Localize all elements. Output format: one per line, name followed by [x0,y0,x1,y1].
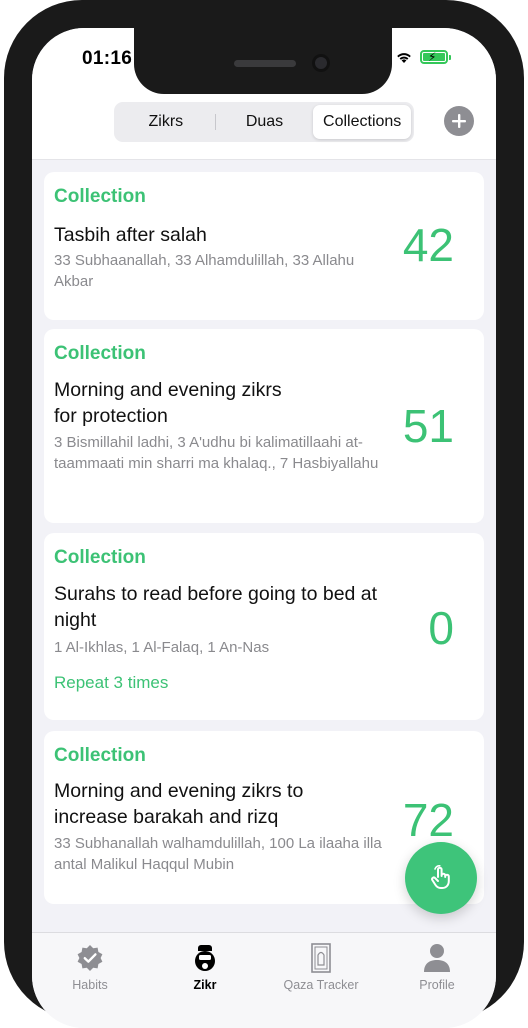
card-repeat-label: Repeat 3 times [54,673,169,692]
card-subtitle: 3 Bismillahil ladhi, 3 A'udhu bi kalimat… [54,434,379,472]
card-count: 72 [402,794,454,846]
tab-zikr[interactable]: Zikr [155,941,255,992]
tasbih-counter-icon [195,945,215,971]
card-subtitle: 33 Subhanallah walhamdulillah, 100 La il… [54,835,382,873]
card-subtitle: 1 Al-Ikhlas, 1 Al-Falaq, 1 An-Nas [54,639,270,656]
badge-check-icon [77,945,103,971]
collection-card[interactable]: Collection Tasbih after salah 33 Subhaan… [44,172,484,320]
prayer-rug-icon [311,943,331,973]
section-segmented-control: Zikrs Duas Collections [114,102,414,142]
tap-hand-icon [431,865,450,889]
card-kind-label: Collection [54,186,146,207]
app-screen: 01:16 ⚡ Zikrs Duas Collections Collectio… [32,28,496,1028]
card-title: Morning and evening zikrs to increase ba… [54,780,304,828]
card-title: Surahs to read before going to bed at ni… [54,583,378,631]
card-count: 51 [402,400,454,452]
battery-charging-icon: ⚡ [420,50,451,64]
speaker-grille [234,60,296,67]
segment-duas[interactable]: Duas [216,105,314,139]
tab-label: Qaza Tracker [283,978,359,992]
segment-zikrs[interactable]: Zikrs [117,105,215,139]
card-kind-label: Collection [54,745,146,766]
plus-icon [452,114,466,128]
bottom-tab-bar: Habits Zikr Qaza Tracker Profile [32,932,496,1028]
status-time: 01:16 [82,48,133,69]
tab-habits[interactable]: Habits [40,941,140,992]
tab-label: Zikr [193,978,217,992]
card-title: Morning and evening zikrs for protection [54,379,282,427]
tab-label: Profile [419,978,455,992]
card-title: Tasbih after salah [54,224,207,246]
tab-label: Habits [72,978,108,992]
person-icon [424,944,450,972]
tab-qaza-tracker[interactable]: Qaza Tracker [271,941,371,992]
front-camera [312,54,330,72]
card-count: 0 [428,602,454,654]
card-count: 42 [402,219,454,271]
segment-collections[interactable]: Collections [313,105,412,139]
collection-card[interactable]: Collection Morning and evening zikrs for… [44,329,484,523]
tap-counter-fab[interactable] [405,842,477,914]
device-notch [134,28,392,94]
add-button[interactable] [444,106,474,136]
wifi-icon [397,53,411,63]
card-subtitle: 33 Subhaanallah, 33 Alhamdulillah, 33 Al… [54,252,355,290]
tab-profile[interactable]: Profile [387,941,487,992]
card-kind-label: Collection [54,547,146,568]
card-kind-label: Collection [54,343,146,364]
collection-card[interactable]: Collection Surahs to read before going t… [44,533,484,720]
